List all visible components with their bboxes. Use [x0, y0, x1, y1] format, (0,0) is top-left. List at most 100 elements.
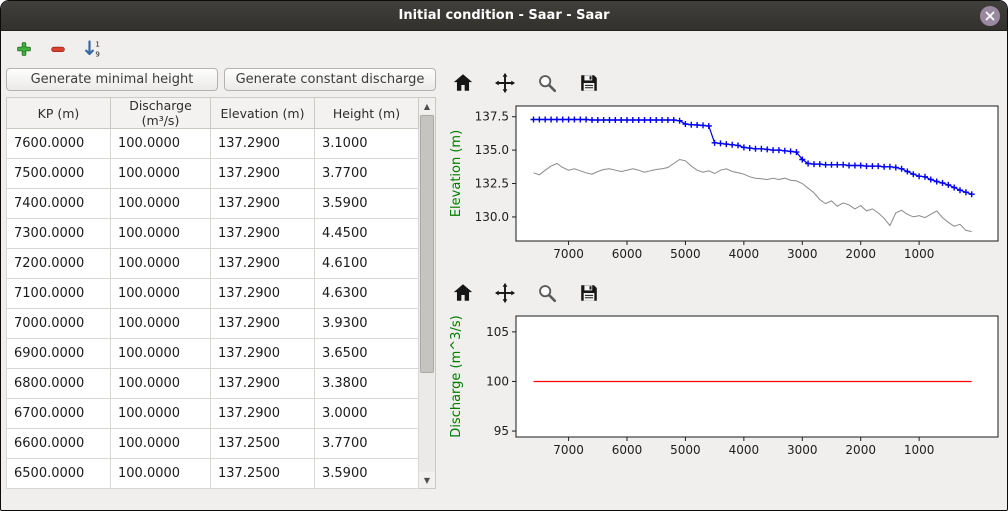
table-cell[interactable]: 100.0000: [111, 189, 211, 219]
table-cell[interactable]: 137.2500: [211, 459, 315, 489]
table-row: 7300.0000100.0000137.29004.4500: [7, 219, 419, 249]
y-tick-label: 135.0: [475, 143, 509, 157]
discharge-plot[interactable]: 700060005000400030002000100095100105Disc…: [446, 311, 1002, 463]
table-row: 6800.0000100.0000137.29003.3800: [7, 369, 419, 399]
table-cell[interactable]: 137.2900: [211, 249, 315, 279]
table-cell[interactable]: 3.3800: [315, 369, 419, 399]
table-cell[interactable]: 137.2900: [211, 399, 315, 429]
table-cell[interactable]: 137.2900: [211, 369, 315, 399]
table-cell[interactable]: 6500.0000: [7, 459, 111, 489]
table-cell[interactable]: 137.2900: [211, 189, 315, 219]
column-header[interactable]: Elevation (m): [211, 98, 315, 129]
table-cell[interactable]: 3.1000: [315, 129, 419, 159]
table-cell[interactable]: 3.5900: [315, 189, 419, 219]
x-tick-label: 2000: [845, 443, 876, 457]
table-cell[interactable]: 100.0000: [111, 369, 211, 399]
x-tick-label: 3000: [787, 247, 818, 261]
discharge-pan-button[interactable]: [492, 281, 518, 305]
remove-row-button[interactable]: [45, 36, 71, 62]
table-cell[interactable]: 100.0000: [111, 459, 211, 489]
discharge-save-button[interactable]: [576, 281, 602, 305]
table-cell[interactable]: 3.6500: [315, 339, 419, 369]
table-cell[interactable]: 7000.0000: [7, 309, 111, 339]
table-cell[interactable]: 100.0000: [111, 219, 211, 249]
y-axis-label: Discharge (m^3/s): [449, 315, 464, 437]
table-cell[interactable]: 3.7700: [315, 429, 419, 459]
plot-area[interactable]: [516, 316, 998, 437]
column-header[interactable]: Discharge (m³/s): [111, 98, 211, 129]
table-cell[interactable]: 6800.0000: [7, 369, 111, 399]
table-cell[interactable]: 100.0000: [111, 399, 211, 429]
table-cell[interactable]: 100.0000: [111, 129, 211, 159]
table-cell[interactable]: 137.2900: [211, 219, 315, 249]
x-tick-label: 1000: [904, 443, 935, 457]
table-cell[interactable]: 7200.0000: [7, 249, 111, 279]
elevation-zoom-button[interactable]: [534, 71, 560, 95]
table-cell[interactable]: 100.0000: [111, 339, 211, 369]
table-cell[interactable]: 137.2900: [211, 309, 315, 339]
titlebar[interactable]: Initial condition - Saar - Saar: [1, 1, 1007, 31]
elevation-plot[interactable]: 7000600050004000300020001000130.0132.513…: [446, 101, 1002, 273]
svg-text:1: 1: [95, 40, 100, 49]
elevation-home-button[interactable]: [450, 71, 476, 95]
discharge-home-button[interactable]: [450, 281, 476, 305]
table-row: 7100.0000100.0000137.29004.6300: [7, 279, 419, 309]
table-cell[interactable]: 3.5900: [315, 459, 419, 489]
table-cell[interactable]: 100.0000: [111, 429, 211, 459]
column-header[interactable]: Height (m): [315, 98, 419, 129]
elevation-save-button[interactable]: [576, 71, 602, 95]
scroll-down-button[interactable]: ▼: [419, 472, 435, 488]
x-tick-label: 3000: [787, 443, 818, 457]
table-row: 6500.0000100.0000137.25003.5900: [7, 459, 419, 489]
elevation-plot-toolbar: [446, 69, 998, 101]
table-cell[interactable]: 6700.0000: [7, 399, 111, 429]
column-header[interactable]: KP (m): [7, 98, 111, 129]
generate-minimal-height-button[interactable]: Generate minimal height: [6, 68, 218, 91]
table-cell[interactable]: 137.2900: [211, 159, 315, 189]
table-row: 7600.0000100.0000137.29003.1000: [7, 129, 419, 159]
pan-icon: [494, 72, 516, 94]
elevation-pan-button[interactable]: [492, 71, 518, 95]
table-row: 7500.0000100.0000137.29003.7700: [7, 159, 419, 189]
left-panel: Generate minimal height Generate constan…: [4, 67, 438, 489]
table-cell[interactable]: 4.4500: [315, 219, 419, 249]
table-cell[interactable]: 7400.0000: [7, 189, 111, 219]
table-scrollbar[interactable]: ▲ ▼: [419, 97, 436, 489]
table-cell[interactable]: 7600.0000: [7, 129, 111, 159]
add-row-button[interactable]: [11, 36, 37, 62]
x-tick-label: 4000: [729, 247, 760, 261]
table-cell[interactable]: 3.0000: [315, 399, 419, 429]
table-row: 7400.0000100.0000137.29003.5900: [7, 189, 419, 219]
table-cell[interactable]: 137.2900: [211, 279, 315, 309]
close-button[interactable]: [980, 6, 1000, 26]
table-cell[interactable]: 7500.0000: [7, 159, 111, 189]
table-cell[interactable]: 100.0000: [111, 249, 211, 279]
table-cell[interactable]: 7300.0000: [7, 219, 111, 249]
scroll-track[interactable]: [419, 114, 435, 472]
table-cell[interactable]: 100.0000: [111, 309, 211, 339]
window-content: Generate minimal height Generate constan…: [1, 67, 1007, 489]
table-row: 7200.0000100.0000137.29004.6100: [7, 249, 419, 279]
table-cell[interactable]: 100.0000: [111, 279, 211, 309]
main-toolbar: 1 9: [1, 31, 1007, 67]
sort-rows-button[interactable]: 1 9: [79, 36, 105, 62]
table-cell[interactable]: 4.6300: [315, 279, 419, 309]
save-icon: [578, 282, 600, 304]
table-cell[interactable]: 7100.0000: [7, 279, 111, 309]
generate-constant-discharge-button[interactable]: Generate constant discharge: [224, 68, 436, 91]
table-cell[interactable]: 137.2900: [211, 129, 315, 159]
table-cell[interactable]: 137.2500: [211, 429, 315, 459]
table-cell[interactable]: 6600.0000: [7, 429, 111, 459]
table-cell[interactable]: 100.0000: [111, 159, 211, 189]
table-cell[interactable]: 3.9300: [315, 309, 419, 339]
discharge-zoom-button[interactable]: [534, 281, 560, 305]
table-cell[interactable]: 137.2900: [211, 339, 315, 369]
scroll-thumb[interactable]: [420, 115, 434, 373]
x-tick-label: 1000: [904, 247, 935, 261]
scroll-up-button[interactable]: ▲: [419, 98, 435, 114]
table-cell[interactable]: 4.6100: [315, 249, 419, 279]
x-tick-label: 2000: [845, 247, 876, 261]
table-row: 6700.0000100.0000137.29003.0000: [7, 399, 419, 429]
table-cell[interactable]: 3.7700: [315, 159, 419, 189]
table-cell[interactable]: 6900.0000: [7, 339, 111, 369]
